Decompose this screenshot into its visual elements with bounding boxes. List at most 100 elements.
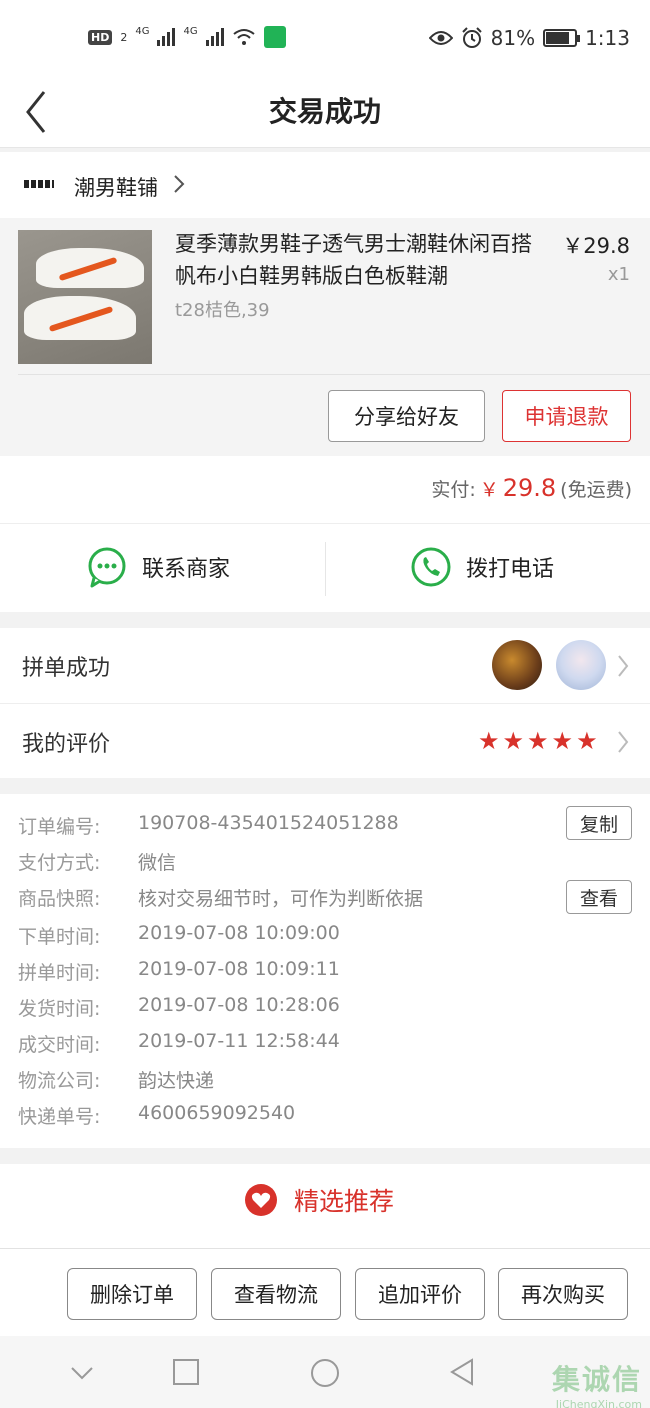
chevron-down-icon[interactable] [68,1358,96,1386]
group-success-label: 拼单成功 [22,656,111,681]
paid-currency: ￥ [479,479,499,501]
battery-percent: 81% [490,26,536,50]
eye-icon [428,31,453,45]
avatar [492,640,542,690]
product-title[interactable]: 夏季薄款男鞋子透气男士潮鞋休闲百搭帆布小白鞋男韩版白色板鞋潮 [175,228,545,292]
status-bar: HD 2 4G 4G 81% 1:13 [0,0,650,80]
product-spec: t28桔色,39 [175,300,270,321]
hd-badge: HD [88,29,113,45]
contact-merchant-button[interactable]: 联系商家 [86,546,230,588]
order-value: 2019-07-08 10:09:00 [138,922,340,944]
order-row: 物流公司: 韵达快递 [18,1066,214,1096]
order-row: 发货时间: 2019-07-08 10:28:06 [18,994,340,1024]
order-value: 2019-07-08 10:09:11 [138,958,340,980]
delete-order-button[interactable]: 删除订单 [67,1268,197,1320]
star-icon: ★ [551,727,574,755]
contact-bar: 联系商家 拨打电话 [0,524,650,612]
order-key: 支付方式: [18,852,101,874]
watermark: 集诚信 JiChengXin.com [552,1358,642,1408]
chevron-right-icon [174,175,185,193]
order-key: 下单时间: [18,926,101,948]
order-info: 订单编号: 190708-435401524051288 复制 支付方式: 微信 商… [0,794,650,1148]
call-phone-button[interactable]: 拨打电话 [410,546,554,588]
watermark-sub: JiChengXin.com [555,1398,642,1408]
order-key: 物流公司: [18,1070,101,1092]
order-key: 成交时间: [18,1034,101,1056]
order-row: 商品快照: 核对交易细节时，可作为判断依据 [18,884,423,914]
order-key: 订单编号: [18,816,101,838]
refund-button[interactable]: 申请退款 [502,390,631,442]
chat-icon [88,547,126,588]
signal-icon [157,28,176,46]
order-row: 订单编号: 190708-435401524051288 [18,812,399,842]
home-circle-icon[interactable] [310,1358,340,1388]
battery-icon [543,29,581,47]
product-price: ￥29.8 [562,234,630,258]
nav-bar: 交易成功 [0,80,650,148]
order-value: 2019-07-11 12:58:44 [138,1030,340,1052]
hd-sub: 2 [120,30,128,44]
share-button[interactable]: 分享给好友 [328,390,485,442]
star-icon: ★ [527,727,549,755]
alarm-icon [461,27,482,48]
shop-name: 潮男鞋铺 [74,176,158,200]
recents-square-icon[interactable] [172,1358,200,1386]
order-row: 支付方式: 微信 [18,848,176,878]
view-snapshot-button[interactable]: 查看 [566,880,632,914]
order-key: 商品快照: [18,888,101,910]
view-logistics-button[interactable]: 查看物流 [211,1268,341,1320]
shop-row[interactable]: 潮男鞋铺 [0,152,650,218]
copy-button[interactable]: 复制 [566,806,632,840]
order-value: 韵达快递 [138,1070,215,1092]
payment-summary: 实付: ￥ 29.8 (免运费) [0,456,650,524]
chevron-right-icon [618,655,629,677]
status-left: HD 2 4G 4G [88,26,286,48]
avatar [556,640,606,690]
rebuy-button[interactable]: 再次购买 [498,1268,628,1320]
page-title: 交易成功 [268,95,381,128]
product-image[interactable] [18,230,152,364]
call-phone-label: 拨打电话 [466,557,555,582]
watermark-main: 集诚信 [551,1363,642,1396]
divider [325,542,326,596]
order-key: 拼单时间: [18,962,101,984]
back-triangle-icon[interactable] [448,1358,476,1386]
order-value: 微信 [138,852,177,874]
order-value: 2019-07-08 10:28:06 [138,994,340,1016]
divider [18,374,650,375]
group-success-row[interactable]: 拼单成功 [0,628,650,704]
heart-icon [245,1184,277,1216]
group-section: 拼单成功 我的评价 ★ ★ ★ ★ ★ [0,628,650,778]
my-review-label: 我的评价 [22,732,111,757]
status-right: 81% 1:13 [428,26,630,50]
product-qty: x1 [607,264,630,285]
add-review-button[interactable]: 追加评价 [355,1268,485,1320]
order-key: 发货时间: [18,998,101,1020]
order-value: 190708-435401524051288 [138,812,399,834]
order-value: 4600659092540 [138,1102,296,1124]
order-row: 快递单号: 4600659092540 [18,1102,295,1132]
signal-label-2: 4G [183,26,198,37]
action-bar: 删除订单 查看物流 追加评价 再次购买 [0,1248,650,1336]
contact-merchant-label: 联系商家 [142,557,231,582]
phone-icon [411,547,451,587]
clock: 1:13 [585,26,630,50]
chevron-right-icon [618,731,629,753]
recommend-title: 精选推荐 [294,1187,395,1216]
star-icon: ★ [502,727,525,755]
order-row: 拼单时间: 2019-07-08 10:09:11 [18,958,340,988]
my-review-row[interactable]: 我的评价 ★ ★ ★ ★ ★ [0,704,650,780]
order-value: 核对交易细节时，可作为判断依据 [138,888,424,910]
signal-icon-2 [205,28,224,46]
signal-label-1: 4G [135,26,150,37]
star-icon: ★ [478,727,500,755]
wechat-notification-icon [263,26,286,48]
recommend-section: 精选推荐 [0,1164,650,1248]
order-row: 下单时间: 2019-07-08 10:09:00 [18,922,340,952]
rating-stars: ★ ★ ★ ★ ★ [478,728,598,754]
wifi-icon [232,29,255,45]
product-card: 夏季薄款男鞋子透气男士潮鞋休闲百搭帆布小白鞋男韩版白色板鞋潮 t28桔色,39 … [0,218,650,456]
paid-amount: 29.8 [502,474,557,502]
shipping-note: (免运费) [560,479,632,501]
paid-label: 实付: [431,479,476,501]
